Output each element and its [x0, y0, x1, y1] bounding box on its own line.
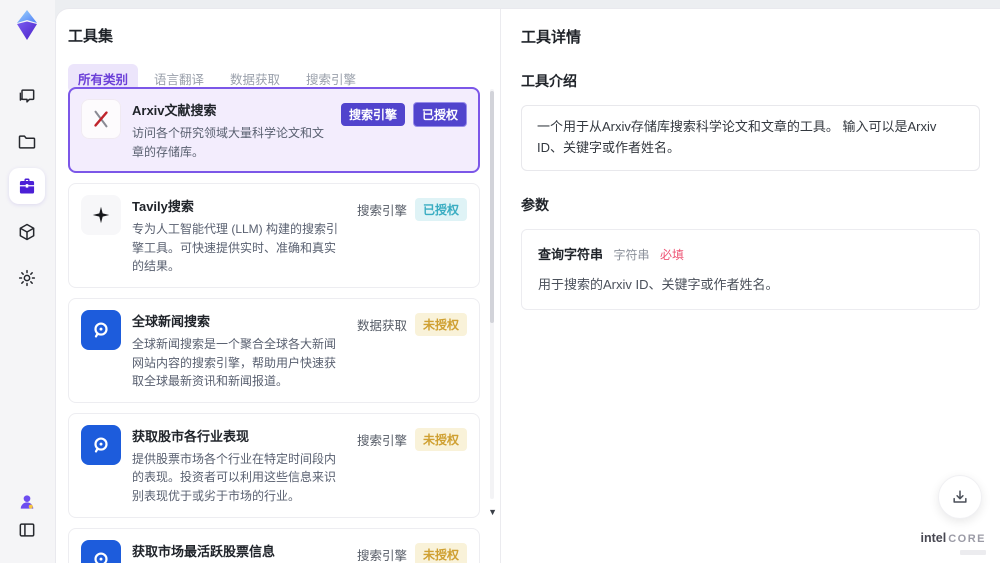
scrollbar-thumb[interactable] — [490, 91, 494, 323]
globe-search-icon — [81, 309, 121, 350]
auth-badge: 已授权 — [412, 102, 467, 127]
param-desc: 用于搜索的Arxiv ID、关键字或作者姓名。 — [538, 276, 779, 292]
page-title: 工具集 — [68, 28, 114, 45]
param-card: 查询字符串 字符串 必填 用于搜索的Arxiv ID、关键字或作者姓名。 — [521, 228, 980, 310]
tool-desc: 访问各个研究领域大量科学论文和文章的存储库。 — [132, 126, 325, 159]
tool-badges: 搜索引擎 未授权 — [357, 425, 467, 451]
tool-detail-panel: 工具详情 工具介绍 一个用于从Arxiv存储库搜索科学论文和文章的工具。 输入可… — [501, 9, 1000, 563]
tool-card-tavily[interactable]: Tavily搜索 专为人工智能代理 (LLM) 构建的搜索引擎工具。可快速提供实… — [68, 183, 480, 288]
tool-name: 获取股市各行业表现 — [132, 428, 250, 444]
auth-badge: 未授权 — [414, 427, 467, 451]
intel-brand-text: intel — [920, 531, 947, 546]
folder-icon[interactable] — [9, 124, 45, 160]
gear-icon[interactable] — [9, 260, 45, 296]
download-icon — [953, 490, 967, 503]
intel-logo-bar — [960, 550, 986, 555]
tool-name: Tavily搜索 — [132, 199, 194, 215]
param-type: 字符串 — [613, 247, 650, 262]
tool-badges: 搜索引擎 已授权 — [356, 195, 467, 222]
param-header: 查询字符串 字符串 必填 — [538, 244, 963, 264]
main-surface: 工具集 所有类别 语言翻译 数据获取 搜索引擎 Arxiv文献搜索 访问各个研究… — [55, 8, 1000, 563]
tool-desc: 专为人工智能代理 (LLM) 构建的搜索引擎工具。可快速提供实时、准确和真实的结… — [132, 222, 339, 274]
app-rail — [0, 0, 55, 563]
category-badge: 搜索引擎 — [340, 103, 405, 126]
tool-list-panel: 工具集 所有类别 语言翻译 数据获取 搜索引擎 Arxiv文献搜索 访问各个研究… — [56, 9, 501, 563]
tool-desc: 提供股票市场各个行业在特定时间段内的表现。投资者可以利用这些信息来识别表现优于或… — [132, 451, 337, 503]
cube-icon[interactable] — [9, 214, 45, 250]
panel-toggle-icon[interactable] — [11, 514, 43, 546]
tool-card-arxiv[interactable]: Arxiv文献搜索 访问各个研究领域大量科学论文和文章的存储库。 搜索引擎 已授… — [68, 87, 480, 174]
arxiv-icon — [81, 99, 121, 139]
tool-badges: 数据获取 未授权 — [357, 310, 467, 336]
auth-badge: 未授权 — [414, 542, 467, 563]
tool-name: Arxiv文献搜索 — [132, 103, 217, 118]
tool-desc: 全球新闻搜索是一个聚合全球各大新闻网站内容的搜索引擎，帮助用户快速获取全球最新资… — [132, 336, 337, 389]
auth-badge: 未授权 — [414, 312, 467, 336]
tool-badges: 搜索引擎 未授权 — [357, 540, 467, 563]
globe-search-icon — [81, 539, 121, 563]
category-label: 搜索引擎 — [356, 204, 407, 219]
tool-list: Arxiv文献搜索 访问各个研究领域大量科学论文和文章的存储库。 搜索引擎 已授… — [68, 87, 480, 563]
tavily-icon — [81, 195, 121, 236]
category-label: 数据获取 — [356, 318, 407, 333]
app-logo[interactable] — [10, 8, 44, 42]
tool-card-active-stocks[interactable]: 获取市场最活跃股票信息 提供当天交易量最高的股票列表。投资者可以利用这些信息来识… — [68, 527, 480, 563]
tool-badges: 搜索引擎 已授权 — [340, 99, 467, 127]
toolbox-icon[interactable] — [9, 168, 45, 204]
tool-name: 获取市场最活跃股票信息 — [132, 543, 276, 559]
core-brand-text: core — [948, 533, 986, 546]
download-button[interactable] — [938, 475, 982, 519]
globe-search-icon — [81, 424, 121, 465]
params-heading: 参数 — [521, 196, 549, 213]
auth-badge: 已授权 — [414, 198, 467, 222]
intel-core-logo: intel core — [921, 529, 986, 555]
tool-card-stock-sectors[interactable]: 获取股市各行业表现 提供股票市场各个行业在特定时间段内的表现。投资者可以利用这些… — [68, 412, 480, 518]
intro-heading: 工具介绍 — [521, 73, 577, 89]
param-required-badge: 必填 — [659, 247, 684, 262]
tool-name: 全球新闻搜索 — [132, 313, 211, 329]
category-label: 搜索引擎 — [356, 433, 407, 448]
param-name: 查询字符串 — [538, 246, 604, 262]
intro-text-box: 一个用于从Arxiv存储库搜索科学论文和文章的工具。 输入可以是Arxiv ID… — [521, 105, 980, 171]
detail-title: 工具详情 — [521, 29, 582, 46]
chat-icon[interactable] — [9, 78, 45, 114]
scroll-down-arrow[interactable]: ▼ — [488, 507, 497, 517]
tool-card-global-news[interactable]: 全球新闻搜索 全球新闻搜索是一个聚合全球各大新闻网站内容的搜索引擎，帮助用户快速… — [68, 297, 480, 403]
category-label: 搜索引擎 — [356, 548, 407, 563]
